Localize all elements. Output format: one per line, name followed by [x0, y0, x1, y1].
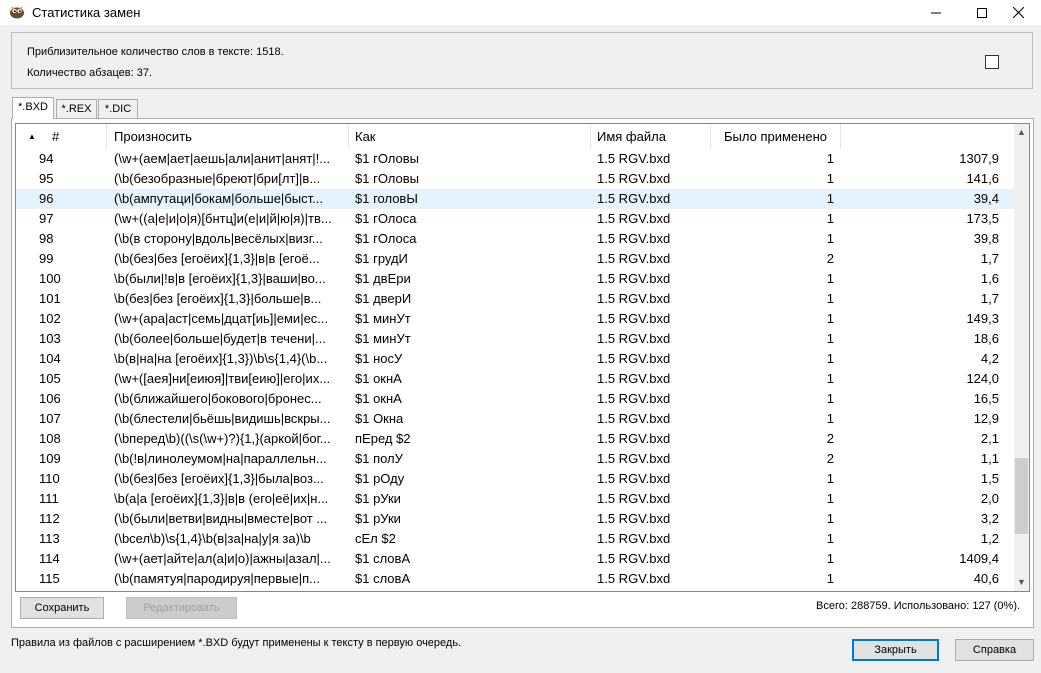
table-row[interactable]: 103 (\b(более|больше|будет|в течени|... …	[16, 329, 1014, 349]
table-row[interactable]: 94 (\w+(аем|ает|аешь|али|анит|анят|!... …	[16, 149, 1014, 169]
scrollbar-thumb[interactable]	[1015, 458, 1028, 534]
close-button[interactable]: Закрыть	[852, 639, 939, 661]
column-header-applied[interactable]: Было применено	[711, 124, 841, 149]
sort-up-icon: ▲	[28, 132, 36, 141]
table-row[interactable]: 97 (\w+((а|е|и|о|я)[бнтц]и(е|и|й|ю|я)|тв…	[16, 209, 1014, 229]
app-icon	[10, 6, 24, 19]
table-row[interactable]: 99 (\b(без|без [егоёих]{1,3}|в|в [егоё..…	[16, 249, 1014, 269]
replacements-table[interactable]: ▲ # Произносить Как Имя файла Было приме…	[15, 123, 1030, 592]
tab-bxd[interactable]: *.BXD	[12, 97, 54, 119]
table-row[interactable]: 104 \b(в|на|на [егоёих]{1,3})\b\s{1,4}(\…	[16, 349, 1014, 369]
table-header: ▲ # Произносить Как Имя файла Было приме…	[16, 124, 1014, 149]
maximize-icon	[977, 7, 987, 18]
edit-button[interactable]: Редактировать	[126, 597, 237, 619]
table-row[interactable]: 109 (\b(!в|линолеумом|на|параллельн... $…	[16, 449, 1014, 469]
paragraph-count-text: Количество абзацев: 37.	[27, 67, 153, 79]
table-row[interactable]: 100 \b(были|!в|в [егоёих]{1,3}|ваши|во..…	[16, 269, 1014, 289]
scroll-up-icon[interactable]: ▲	[1014, 124, 1029, 141]
footer-note: Правила из файлов с расширением *.BXD бу…	[11, 637, 462, 649]
table-row[interactable]: 113 (\bсел\b)\s{1,4}\b(в|за|на|у|я за)\b…	[16, 529, 1014, 549]
table-row-selected[interactable]: 96 (\b(ампутаци|бокам|больше|быст... $1 …	[16, 189, 1014, 209]
table-row[interactable]: 112 (\b(были|ветви|видны|вместе|вот ... …	[16, 509, 1014, 529]
info-panel: Приблизительное количество слов в тексте…	[11, 32, 1033, 89]
table-row[interactable]: 114 (\w+(ает|айте|ал(а|и|о)|ажны|азал|..…	[16, 549, 1014, 569]
table-row[interactable]: 108 (\bперед\b)((\s(\w+)?){1,}(аркой|бог…	[16, 429, 1014, 449]
table-row[interactable]: 106 (\b(ближайшего|бокового|бронес... $1…	[16, 389, 1014, 409]
table-body: 94 (\w+(аем|ает|аешь|али|анит|анят|!... …	[16, 149, 1014, 589]
table-row[interactable]: 110 (\b(без|без [егоёих]{1,3}|была|воз..…	[16, 469, 1014, 489]
table-row[interactable]: 98 (\b(в сторону|вдоль|весёлых|визг... $…	[16, 229, 1014, 249]
table-row[interactable]: 95 (\b(безобразные|бреют|бри[лт]|в... $1…	[16, 169, 1014, 189]
title-bar: Статистика замен	[0, 0, 1041, 25]
close-icon	[1012, 7, 1024, 18]
column-header-filename[interactable]: Имя файла	[591, 124, 711, 149]
option-checkbox[interactable]	[985, 55, 999, 69]
column-header-number[interactable]: ▲ #	[16, 124, 107, 149]
tab-dic[interactable]: *.DIC	[98, 99, 138, 118]
save-button[interactable]: Сохранить	[20, 597, 104, 619]
help-button[interactable]: Справка	[955, 639, 1034, 661]
column-header-value[interactable]	[841, 124, 1014, 149]
table-row[interactable]: 111 \b(а|а [егоёих]{1,3}|в|в (его|её|их|…	[16, 489, 1014, 509]
scroll-down-icon[interactable]: ▼	[1014, 574, 1029, 591]
table-row[interactable]: 107 (\b(блестели|бьёшь|видишь|вскры... $…	[16, 409, 1014, 429]
minimize-button[interactable]	[913, 0, 959, 25]
table-row[interactable]: 101 \b(без|без [егоёих]{1,3}|больше|в...…	[16, 289, 1014, 309]
word-count-text: Приблизительное количество слов в тексте…	[27, 46, 284, 58]
close-window-button[interactable]	[995, 0, 1041, 25]
window-title: Статистика замен	[32, 5, 141, 20]
table-row[interactable]: 105 (\w+([аея]ни[еиюя]|тви[еию]|его|их..…	[16, 369, 1014, 389]
totals-text: Всего: 288759. Использовано: 127 (0%).	[816, 600, 1021, 612]
tab-rex[interactable]: *.REX	[56, 99, 97, 118]
vertical-scrollbar[interactable]: ▲ ▼	[1014, 124, 1029, 591]
minimize-icon	[931, 12, 941, 13]
column-header-pronounce[interactable]: Произносить	[107, 124, 349, 149]
column-header-how[interactable]: Как	[349, 124, 591, 149]
table-row[interactable]: 102 (\w+(ара|аст|семь|дцат[иь]|еми|ес...…	[16, 309, 1014, 329]
table-row[interactable]: 115 (\b(памятуя|пародируя|первые|п... $1…	[16, 569, 1014, 589]
